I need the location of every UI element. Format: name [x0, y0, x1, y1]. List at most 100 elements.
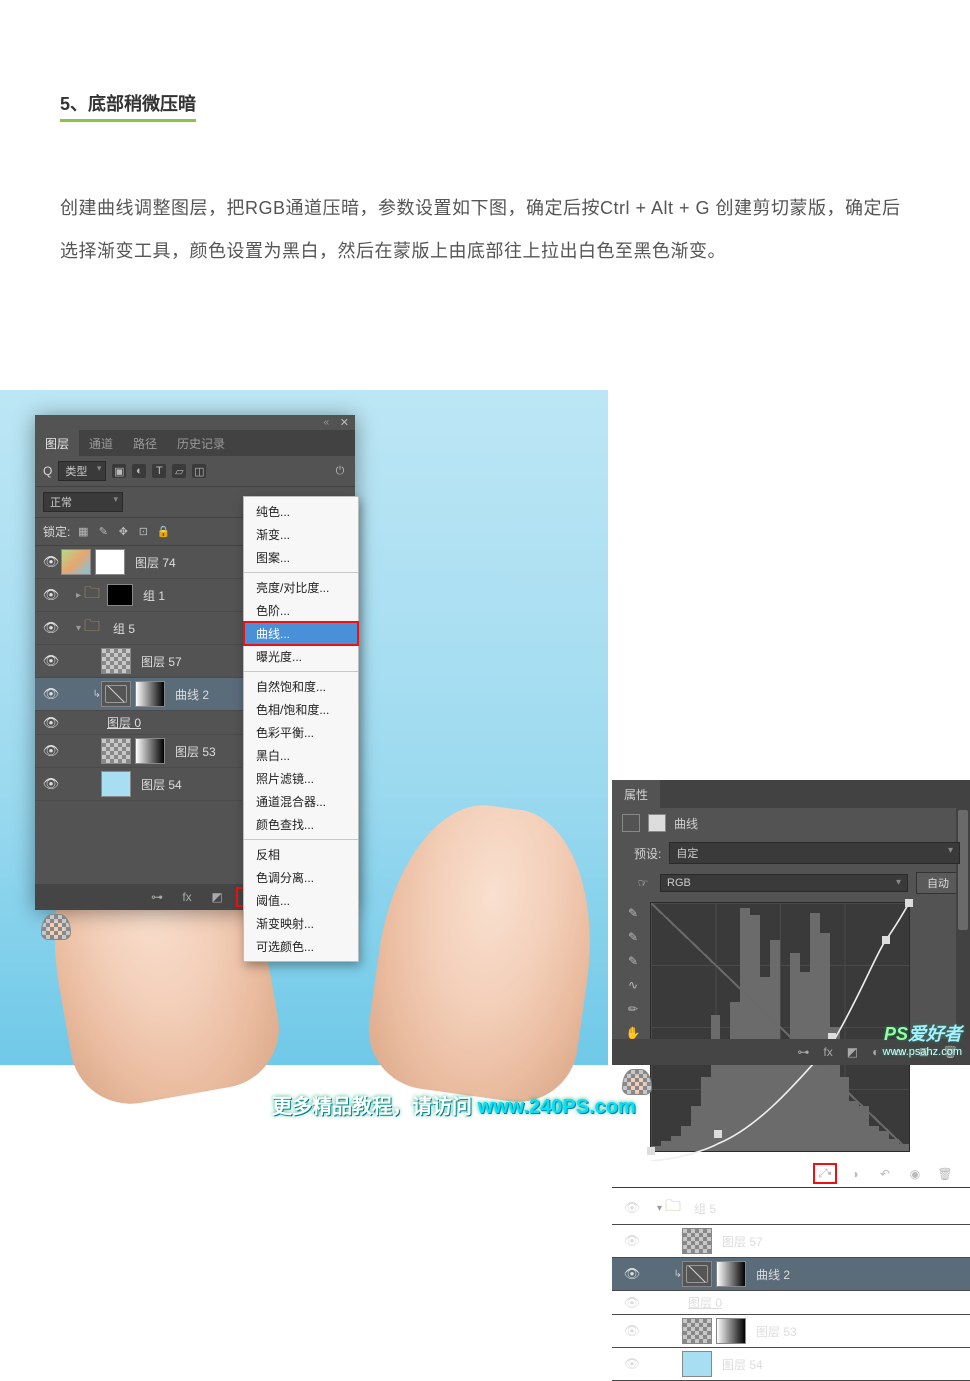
- auto-button[interactable]: 自动: [916, 872, 960, 894]
- visibility-icon[interactable]: 👁: [622, 1266, 642, 1282]
- menu-photo-filter[interactable]: 照片滤镜...: [244, 767, 358, 790]
- layer-thumb: [41, 914, 71, 940]
- visibility-icon[interactable]: 👁: [41, 554, 61, 570]
- mask-thumb: [135, 681, 165, 707]
- visibility-icon[interactable]: 👁: [41, 715, 61, 731]
- menu-brightness[interactable]: 亮度/对比度...: [244, 576, 358, 599]
- link-layers-icon[interactable]: ⊶: [149, 890, 165, 904]
- visibility-icon[interactable]: 👁: [622, 1323, 642, 1339]
- tab-layers[interactable]: 图层: [35, 430, 79, 456]
- layer-row-group5[interactable]: 👁 ▾ 🗀 组 5: [612, 1192, 970, 1225]
- curve-handle[interactable]: [882, 936, 890, 944]
- menu-color-balance[interactable]: 色彩平衡...: [244, 721, 358, 744]
- add-adjustment-icon[interactable]: ◐: [872, 1045, 879, 1059]
- tab-paths[interactable]: 路径: [123, 430, 167, 456]
- site-watermark: PS爱好者 www.psahz.com: [883, 1024, 962, 1059]
- menu-channel-mixer[interactable]: 通道混合器...: [244, 790, 358, 813]
- eyedropper-black-icon[interactable]: ✎: [628, 906, 638, 920]
- visibility-icon[interactable]: 👁: [41, 776, 61, 792]
- filter-smart-icon[interactable]: ◫: [192, 464, 206, 478]
- menu-gradient-map[interactable]: 渐变映射...: [244, 912, 358, 935]
- eyedropper-white-icon[interactable]: ✎: [628, 954, 638, 968]
- mask-thumb: [716, 1318, 746, 1344]
- menu-vibrance[interactable]: 自然饱和度...: [244, 675, 358, 698]
- menu-threshold[interactable]: 阈值...: [244, 889, 358, 912]
- tab-channels[interactable]: 通道: [79, 430, 123, 456]
- clip-to-layer-icon[interactable]: ⤢▪: [816, 1166, 834, 1181]
- curve-handle[interactable]: [714, 1130, 722, 1138]
- add-mask-icon[interactable]: ◩: [847, 1045, 858, 1059]
- curve-hand-icon[interactable]: ✋: [626, 1026, 641, 1040]
- layer-label: 图层 54: [716, 1356, 763, 1373]
- curve-handle[interactable]: [905, 899, 913, 907]
- filter-pixel-icon[interactable]: ▣: [112, 464, 126, 478]
- fx-icon[interactable]: fx: [823, 1045, 832, 1059]
- tab-history[interactable]: 历史记录: [167, 430, 235, 456]
- filter-kind-select[interactable]: 类型: [58, 461, 106, 481]
- finger-icon[interactable]: ☞: [634, 876, 652, 890]
- curve-pencil-icon[interactable]: ✏: [628, 1002, 638, 1016]
- visibility-icon[interactable]: 👁: [622, 1356, 642, 1372]
- layer-label: 图层 57: [716, 1233, 763, 1250]
- add-mask-icon[interactable]: ◩: [209, 890, 225, 904]
- menu-pattern[interactable]: 图案...: [244, 546, 358, 569]
- lock-artboard-icon[interactable]: ⊡: [136, 525, 150, 539]
- curve-smooth-icon[interactable]: ∿: [628, 978, 638, 992]
- lock-all-icon[interactable]: 🔒: [156, 525, 170, 539]
- filter-toggle-icon[interactable]: ⏻: [333, 464, 347, 478]
- filter-type-icon[interactable]: T: [152, 464, 166, 478]
- menu-gradient-fill[interactable]: 渐变...: [244, 523, 358, 546]
- layer-row-57[interactable]: 👁 图层 57: [612, 1225, 970, 1258]
- channel-select[interactable]: RGB: [660, 874, 908, 892]
- visibility-icon[interactable]: 👁: [41, 653, 61, 669]
- filter-adjust-icon[interactable]: ◐: [132, 464, 146, 478]
- lock-brush-icon[interactable]: ✎: [96, 525, 110, 539]
- folder-icon: 🗀: [81, 615, 103, 641]
- fx-icon[interactable]: fx: [179, 890, 195, 904]
- visibility-icon[interactable]: 👁: [622, 1295, 642, 1311]
- curves-graph[interactable]: [650, 902, 910, 1152]
- visibility-icon[interactable]: 👁: [622, 1233, 642, 1249]
- delete-adjust-icon[interactable]: 🗑: [936, 1167, 954, 1181]
- reset-icon[interactable]: ↶: [876, 1167, 894, 1181]
- menu-exposure[interactable]: 曝光度...: [244, 645, 358, 668]
- visibility-toggle-icon[interactable]: ◉: [906, 1167, 924, 1181]
- menu-solid-color[interactable]: 纯色...: [244, 500, 358, 523]
- menu-curves[interactable]: 曲线...: [244, 622, 358, 645]
- layer-row-0[interactable]: 👁 图层 0: [612, 1291, 970, 1315]
- step-heading: 5、底部稍微压暗: [60, 90, 196, 122]
- lock-move-icon[interactable]: ✥: [116, 525, 130, 539]
- lock-trans-icon[interactable]: ▦: [76, 525, 90, 539]
- collapse-icon[interactable]: «: [323, 417, 329, 428]
- properties-title: 曲线: [674, 815, 698, 832]
- layer-row-curves2[interactable]: 👁 ↳ 曲线 2: [612, 1258, 970, 1291]
- preset-select[interactable]: 自定: [669, 842, 960, 864]
- filter-shape-icon[interactable]: ▱: [172, 464, 186, 478]
- menu-levels[interactable]: 色阶...: [244, 599, 358, 622]
- visibility-icon[interactable]: 👁: [41, 743, 61, 759]
- layer-row-53[interactable]: 👁 图层 53: [612, 1315, 970, 1348]
- menu-invert[interactable]: 反相: [244, 843, 358, 866]
- visibility-icon[interactable]: 👁: [622, 1200, 642, 1216]
- panel-titlebar: « ✕: [35, 415, 355, 430]
- layer-row-54[interactable]: 👁 图层 54: [612, 1348, 970, 1381]
- blend-mode-select[interactable]: 正常: [43, 492, 123, 512]
- menu-posterize[interactable]: 色调分离...: [244, 866, 358, 889]
- menu-selective-color[interactable]: 可选颜色...: [244, 935, 358, 958]
- visibility-icon[interactable]: 👁: [41, 587, 61, 603]
- menu-color-lookup[interactable]: 颜色查找...: [244, 813, 358, 836]
- toggle-adjust-icon[interactable]: ◑: [846, 1167, 864, 1181]
- eyedropper-gray-icon[interactable]: ✎: [628, 930, 638, 944]
- layer-label: 组 5: [107, 620, 135, 637]
- close-icon[interactable]: ✕: [340, 416, 349, 429]
- curve-handle[interactable]: [647, 1147, 655, 1155]
- menu-hue[interactable]: 色相/饱和度...: [244, 698, 358, 721]
- wm-url: www.psahz.com: [883, 1046, 962, 1059]
- visibility-icon[interactable]: 👁: [41, 620, 61, 636]
- visibility-icon[interactable]: 👁: [41, 686, 61, 702]
- panel-scrollbar[interactable]: [956, 780, 970, 1065]
- link-layers-icon[interactable]: ⊶: [797, 1045, 809, 1059]
- menu-black-white[interactable]: 黑白...: [244, 744, 358, 767]
- tab-properties[interactable]: 属性: [612, 780, 660, 809]
- layer-label: 组 1: [137, 587, 165, 604]
